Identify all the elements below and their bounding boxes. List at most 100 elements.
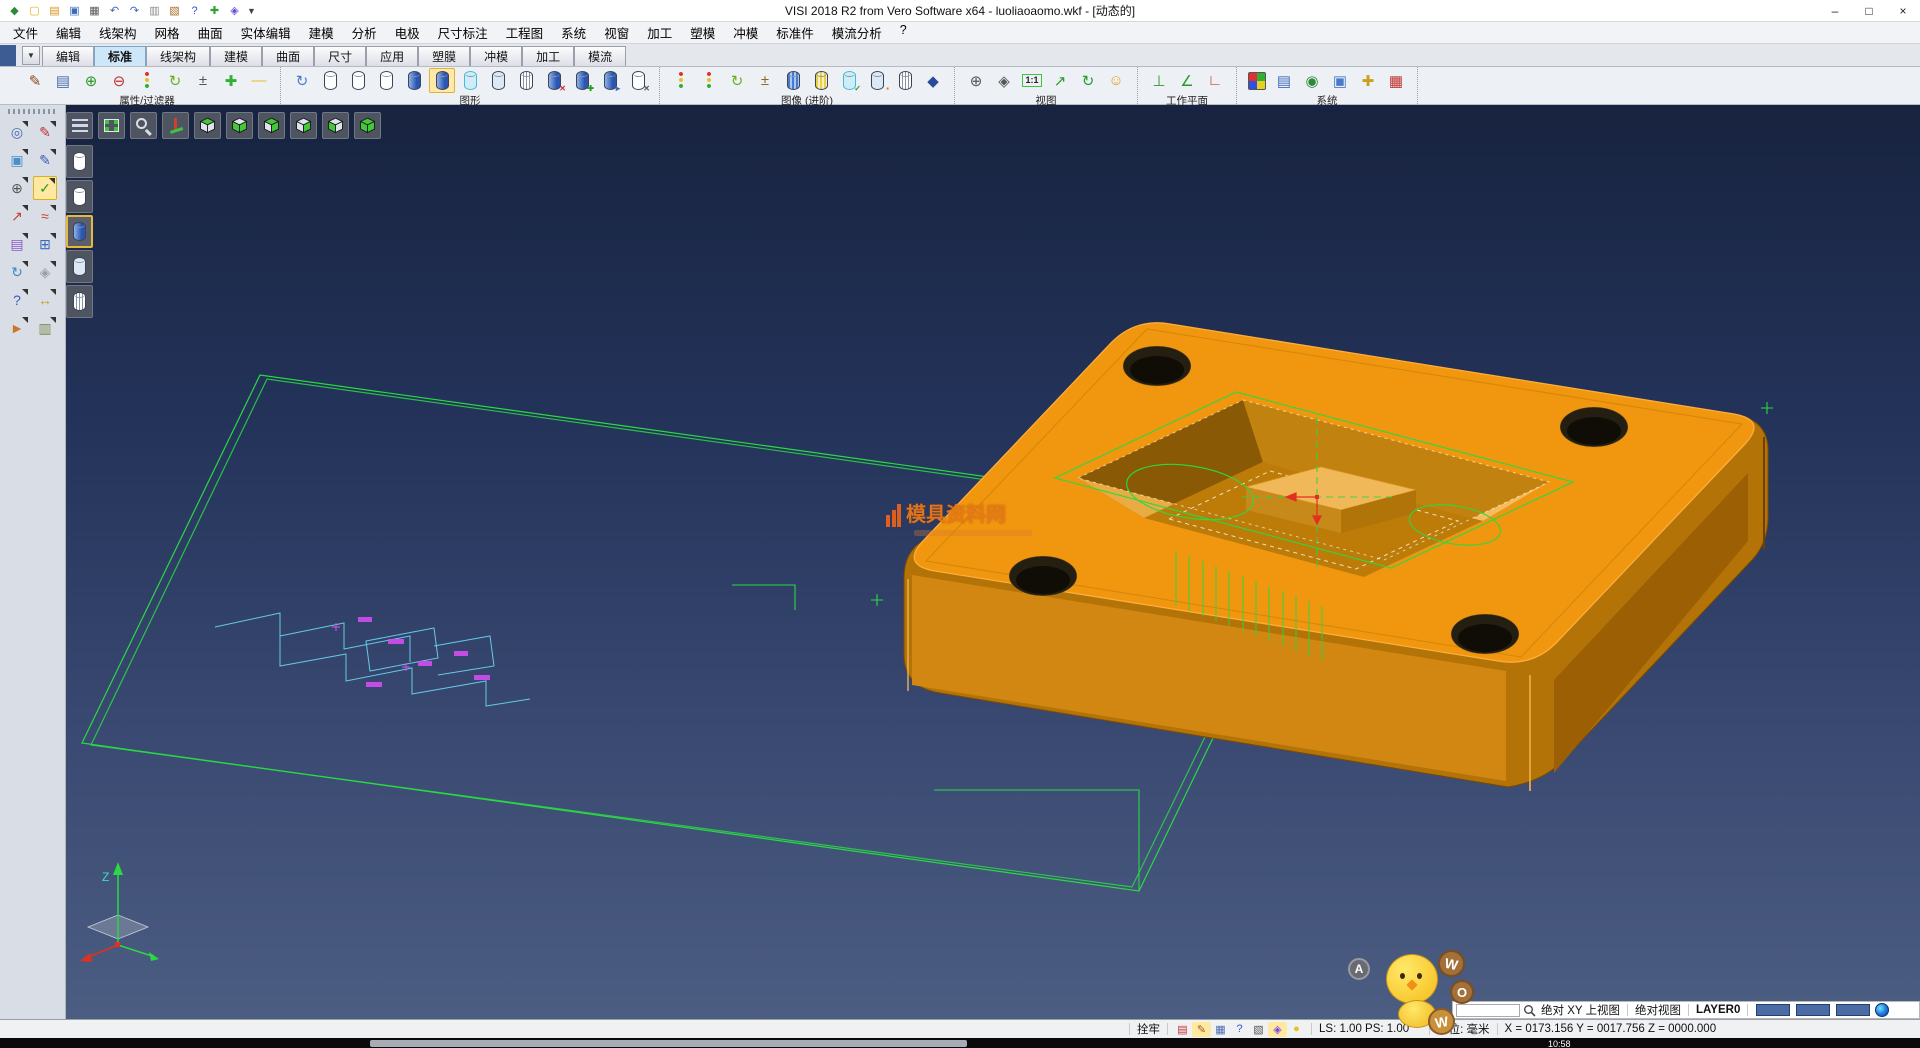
help-query-icon[interactable]: ? [5,288,29,312]
grid-plane-icon[interactable]: ⊞ [33,232,57,256]
flag-icon[interactable]: ► [5,316,29,340]
menu-item[interactable]: 模流分析 [823,20,891,45]
color-palette-icon[interactable] [1248,72,1266,90]
open-file-icon[interactable]: ▤ [46,3,63,19]
menu-item[interactable]: 系统 [552,20,595,45]
tabs-dropdown-icon[interactable]: ▼ [22,46,40,65]
view-iso-icon[interactable] [258,112,285,139]
view-top-icon[interactable] [194,112,221,139]
snap-points-icon[interactable]: ▦ [1211,1022,1230,1037]
color-swatch[interactable] [1836,1004,1870,1016]
zoom-selected-icon[interactable]: ↗ [1047,68,1073,93]
display-ghost-icon[interactable] [66,250,93,283]
lock-label[interactable]: 拴牢 [1135,1021,1162,1037]
wireframe-cylinder-icon[interactable] [317,68,343,93]
ghost-cylinder-icon[interactable] [485,68,511,93]
zoom-window-view-icon[interactable]: ◈ [991,68,1017,93]
solid-cube-icon[interactable]: ◈ [33,260,57,284]
hatch-cylinder-icon[interactable] [513,68,539,93]
hidden-line-cylinder-icon[interactable] [345,68,371,93]
color-swatch[interactable] [1756,1004,1790,1016]
menu-item[interactable]: 尺寸标注 [429,20,497,45]
menu-item[interactable]: 加工 [638,20,681,45]
toolbar-tab[interactable]: 模流 [574,46,626,66]
shading-smiley-icon[interactable]: ☺ [1103,68,1129,93]
show-all-icon[interactable]: ✚ [218,68,244,93]
striped-cylinder-icon[interactable] [808,68,834,93]
menu-item[interactable]: 文件 [4,20,47,45]
menu-item[interactable]: 塑模 [681,20,724,45]
verify-cylinder-icon[interactable]: ✓ [836,68,862,93]
view-right-icon[interactable] [290,112,317,139]
menu-item[interactable]: 网格 [146,20,189,45]
toolbar-tab[interactable]: 应用 [366,46,418,66]
menu-item[interactable]: 曲面 [189,20,232,45]
window-settings-icon[interactable]: ▣ [1327,68,1353,93]
delete-graphics-icon[interactable]: ✕ [541,68,567,93]
workplane-world-icon[interactable]: ⊥ [1146,68,1172,93]
toolbar-tab[interactable]: 塑膜 [418,46,470,66]
axis-ucs-icon[interactable] [162,112,189,139]
render-traffic-light-2-icon[interactable]: • [696,68,722,93]
toolbar-grip[interactable] [8,109,57,114]
menu-item[interactable]: 冲模 [724,20,767,45]
view-left-icon[interactable] [322,112,349,139]
paste-icon[interactable]: ▧ [166,3,183,19]
refresh-graphics-icon[interactable]: ↻ [289,68,315,93]
snap-pencil-icon[interactable]: ✎ [1192,1022,1211,1037]
attribute-page-icon[interactable]: ▤ [50,68,76,93]
tagged-cylinder-icon[interactable]: ▪ [864,68,890,93]
refresh-visibility-icon[interactable]: ↻ [162,68,188,93]
copy-icon[interactable]: ▥ [146,3,163,19]
measure-icon[interactable]: ↔ [33,288,57,312]
ribbed-cylinder-icon[interactable] [780,68,806,93]
delete-sketch-icon[interactable]: ✎ [33,120,57,144]
menu-item[interactable]: 线架构 [90,20,146,45]
color-swatch[interactable] [1796,1004,1830,1016]
display-shaded-icon[interactable] [66,215,93,248]
toolbar-tab[interactable]: 冲模 [470,46,522,66]
system-settings-icon[interactable]: ◉ [1299,68,1325,93]
filter-traffic-light-icon[interactable]: • [134,68,160,93]
sketch-pencil-icon[interactable]: ✎ [33,148,57,172]
undo-icon[interactable]: ↶ [106,3,123,19]
fit-window-icon[interactable] [98,112,125,139]
menu-item[interactable]: 分析 [343,20,386,45]
grid-settings-icon[interactable]: ▦ [1383,68,1409,93]
workplane-view-icon[interactable]: ∟ [1202,68,1228,93]
render-toggle-icon[interactable]: ± [752,68,778,93]
menu-item[interactable]: 实体编辑 [232,20,300,45]
snap-grid-icon[interactable]: ▤ [1173,1022,1192,1037]
viewport-3d[interactable]: Z [66,105,1920,1019]
selection-box-icon[interactable]: ▣ [5,148,29,172]
solid-view-cube-icon[interactable]: ◆ [920,68,946,93]
show-remove-icon[interactable]: ⊖ [106,68,132,93]
menu-item[interactable]: ? [891,20,916,45]
zoom-extents-icon[interactable]: ⊕ [5,176,29,200]
globe-icon[interactable] [1875,1003,1889,1017]
menu-item[interactable]: 标准件 [767,20,823,45]
app-icon[interactable]: ◆ [6,3,23,19]
restore-button[interactable]: □ [1852,1,1886,21]
zoom-view-icon[interactable] [130,112,157,139]
view-bottom-icon[interactable] [226,112,253,139]
confirm-icon[interactable]: ✓ [33,176,57,200]
print-icon[interactable]: ▦ [86,3,103,19]
menu-item[interactable]: 工程图 [497,20,553,45]
zoom-window-icon[interactable]: ◎ [5,120,29,144]
copy-graphics-icon[interactable]: ✚ [569,68,595,93]
menu-item[interactable]: 视窗 [595,20,638,45]
zoom-in-out-icon[interactable]: ⊕ [963,68,989,93]
layer-table-icon[interactable]: ▤ [1271,68,1297,93]
zoom-scale-1-1-icon[interactable]: 1:1 [1019,68,1045,93]
show-add-icon[interactable]: ⊕ [78,68,104,93]
toggle-visibility-icon[interactable]: ± [190,68,216,93]
attributes-brush-icon[interactable]: ✎ [22,68,48,93]
toolbar-tab[interactable]: 曲面 [262,46,314,66]
toolbar-tab[interactable]: 编辑 [42,46,94,66]
regen-icon[interactable]: ↻ [5,260,29,284]
view-front-icon[interactable] [354,112,381,139]
render-traffic-light-icon[interactable]: • [668,68,694,93]
save-icon[interactable]: ▣ [66,3,83,19]
refresh-view-icon[interactable]: ↻ [1075,68,1101,93]
